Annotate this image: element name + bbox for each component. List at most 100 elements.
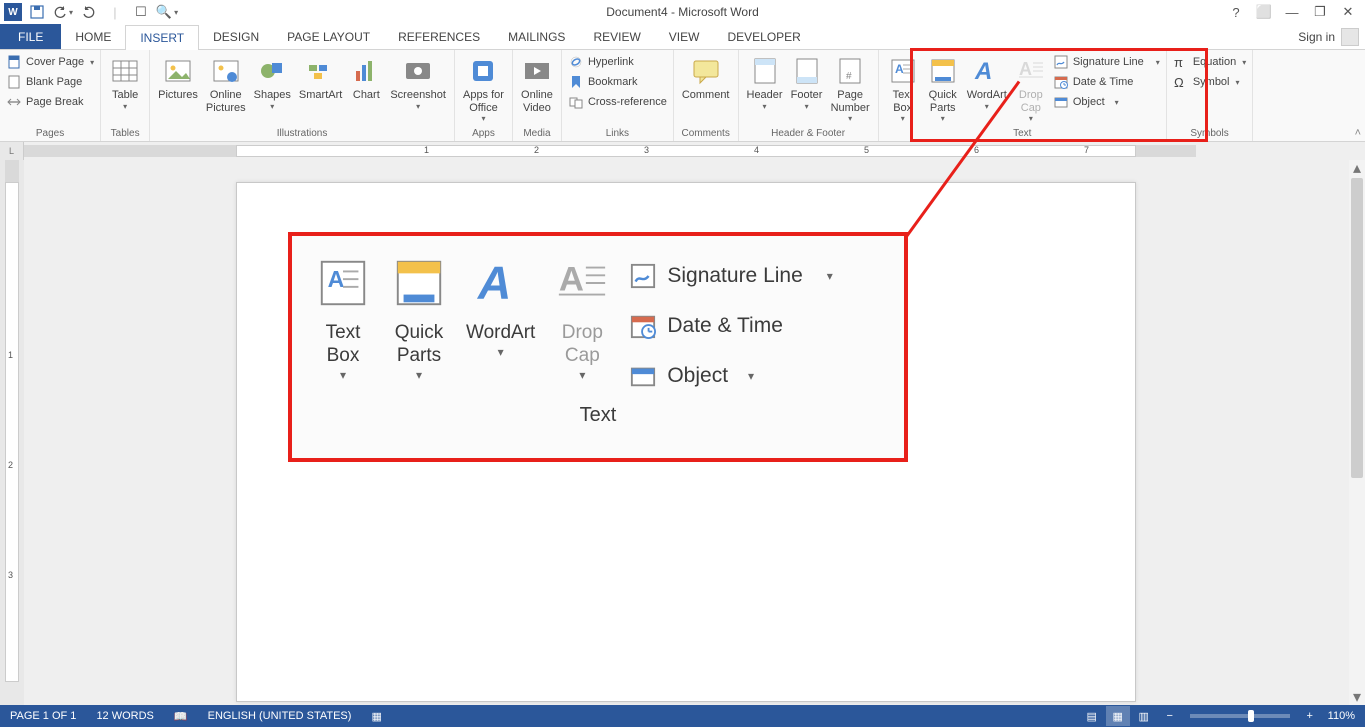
status-language[interactable]: ENGLISH (UNITED STATES) (198, 710, 362, 722)
tab-page-layout[interactable]: PAGE LAYOUT (273, 24, 384, 49)
callout-drop-cap: Drop Cap ▾ (553, 254, 611, 382)
restore-button[interactable]: ❐ (1307, 1, 1333, 23)
status-words[interactable]: 12 WORDS (86, 710, 163, 722)
tab-design[interactable]: DESIGN (199, 24, 273, 49)
tab-file[interactable]: FILE (0, 24, 61, 49)
callout-label: Text (292, 400, 904, 437)
ruler-corner: L (0, 142, 24, 160)
online-video-button[interactable]: Online Video (517, 53, 557, 114)
scroll-down-icon[interactable]: ▾ (1349, 689, 1365, 705)
status-bar: PAGE 1 OF 1 12 WORDS 📖 ENGLISH (UNITED S… (0, 705, 1365, 727)
equation-button[interactable]: Equation▾ (1171, 53, 1248, 71)
group-label-header-footer: Header & Footer (739, 128, 878, 141)
group-apps: Apps for Office▾ Apps (455, 50, 513, 141)
table-button[interactable]: Table▾ (105, 53, 145, 111)
cross-reference-button[interactable]: Cross-reference (566, 93, 669, 111)
zoom-slider[interactable] (1190, 714, 1290, 718)
ribbon-display-button[interactable]: ⬜ (1251, 1, 1277, 23)
tab-references[interactable]: REFERENCES (384, 24, 494, 49)
group-tables: Table▾ Tables (101, 50, 150, 141)
view-web-layout[interactable]: ▥ (1132, 706, 1156, 726)
symbol-button[interactable]: Symbol▾ (1171, 73, 1248, 91)
status-macro-icon[interactable]: ▦ (361, 710, 391, 723)
group-text: Text Box▾ Quick Parts▾ WordArt▾ Drop Cap… (879, 50, 1167, 141)
group-symbols: Equation▾ Symbol▾ Symbols (1167, 50, 1253, 141)
group-label-symbols: Symbols (1167, 128, 1252, 141)
signature-line-button[interactable]: Signature Line▾ (1051, 53, 1162, 71)
touch-mode-button[interactable]: ☐ (130, 1, 152, 23)
view-print-layout[interactable]: ▦ (1106, 706, 1130, 726)
group-label-pages: Pages (0, 128, 100, 141)
online-pictures-button[interactable]: Online Pictures (202, 53, 250, 114)
zoom-level[interactable]: 110% (1324, 710, 1359, 722)
group-label-apps: Apps (455, 128, 512, 141)
avatar-icon (1341, 28, 1359, 46)
date-time-button[interactable]: Date & Time (1051, 73, 1162, 91)
text-box-button[interactable]: Text Box▾ (883, 53, 923, 123)
vertical-scrollbar[interactable]: ▴ ▾ (1349, 160, 1365, 705)
footer-button[interactable]: Footer▾ (787, 53, 827, 111)
object-button[interactable]: Object▾ (1051, 93, 1162, 111)
horizontal-ruler[interactable]: L 1 2 3 4 5 6 7 (0, 142, 1365, 160)
bookmark-button[interactable]: Bookmark (566, 73, 669, 91)
comment-button[interactable]: Comment (678, 53, 734, 102)
quick-parts-button[interactable]: Quick Parts▾ (923, 53, 963, 123)
status-page[interactable]: PAGE 1 OF 1 (0, 710, 86, 722)
group-label-text: Text (879, 128, 1166, 141)
quick-access-toolbar: W ▾ | ☐ 🔍▾ (0, 1, 178, 23)
group-media: Online Video Media (513, 50, 562, 141)
callout-text-group: Text Box ▾ Quick Parts ▾ WordArt▾ Drop C… (288, 232, 908, 462)
save-button[interactable] (26, 1, 48, 23)
vertical-ruler[interactable]: 1 2 3 (0, 160, 24, 705)
tab-insert[interactable]: INSERT (125, 25, 199, 50)
group-pages: Cover Page▾ Blank Page Page Break Pages (0, 50, 101, 141)
zoom-out-button[interactable]: − (1158, 706, 1182, 726)
scroll-thumb[interactable] (1351, 178, 1363, 478)
tab-review[interactable]: REVIEW (579, 24, 654, 49)
minimize-button[interactable]: — (1279, 1, 1305, 23)
callout-object: Object▾ (629, 358, 832, 394)
sign-in[interactable]: Sign in (1292, 24, 1365, 49)
chart-button[interactable]: Chart (346, 53, 386, 102)
smartart-button[interactable]: SmartArt (295, 53, 346, 102)
document-area: 1 2 3 Text Box ▾ Quick Parts ▾ WordArt▾ … (0, 160, 1365, 705)
header-button[interactable]: Header▾ (743, 53, 787, 111)
drop-cap-button[interactable]: Drop Cap▾ (1011, 53, 1051, 123)
tab-mailings[interactable]: MAILINGS (494, 24, 579, 49)
redo-button[interactable] (78, 1, 100, 23)
group-label-links: Links (562, 128, 673, 141)
word-icon[interactable]: W (4, 3, 22, 21)
group-label-illustrations: Illustrations (150, 128, 454, 141)
zoom-in-button[interactable]: + (1298, 706, 1322, 726)
status-proofing-icon[interactable]: 📖 (164, 710, 198, 723)
sign-in-label: Sign in (1298, 30, 1335, 44)
tab-home[interactable]: HOME (61, 24, 125, 49)
blank-page-button[interactable]: Blank Page (4, 73, 96, 91)
group-illustrations: Pictures Online Pictures Shapes▾ SmartAr… (150, 50, 455, 141)
tab-view[interactable]: VIEW (655, 24, 714, 49)
undo-button[interactable]: ▾ (52, 1, 74, 23)
tab-developer[interactable]: DEVELOPER (713, 24, 814, 49)
print-preview-button[interactable]: 🔍▾ (156, 1, 178, 23)
close-button[interactable]: ✕ (1335, 1, 1361, 23)
window-controls: ? ⬜ — ❐ ✕ (1223, 1, 1365, 23)
cover-page-button[interactable]: Cover Page▾ (4, 53, 96, 71)
group-label-tables: Tables (101, 128, 149, 141)
page-number-button[interactable]: Page Number▾ (827, 53, 874, 123)
help-button[interactable]: ? (1223, 1, 1249, 23)
hyperlink-button[interactable]: Hyperlink (566, 53, 669, 71)
page-break-button[interactable]: Page Break (4, 93, 96, 111)
callout-quick-parts: Quick Parts ▾ (390, 254, 448, 382)
apps-for-office-button[interactable]: Apps for Office▾ (459, 53, 508, 123)
screenshot-button[interactable]: Screenshot▾ (386, 53, 450, 111)
collapse-ribbon-button[interactable]: ˄ (1355, 127, 1361, 139)
callout-date-time: Date & Time (629, 308, 832, 344)
shapes-button[interactable]: Shapes▾ (250, 53, 295, 111)
view-read-mode[interactable]: ▤ (1080, 706, 1104, 726)
scroll-up-icon[interactable]: ▴ (1349, 160, 1365, 176)
pictures-button[interactable]: Pictures (154, 53, 202, 102)
callout-text-box: Text Box ▾ (314, 254, 372, 382)
callout-signature-line: Signature Line▾ (629, 258, 832, 294)
group-comments: Comment Comments (674, 50, 739, 141)
ribbon: Cover Page▾ Blank Page Page Break Pages … (0, 50, 1365, 142)
